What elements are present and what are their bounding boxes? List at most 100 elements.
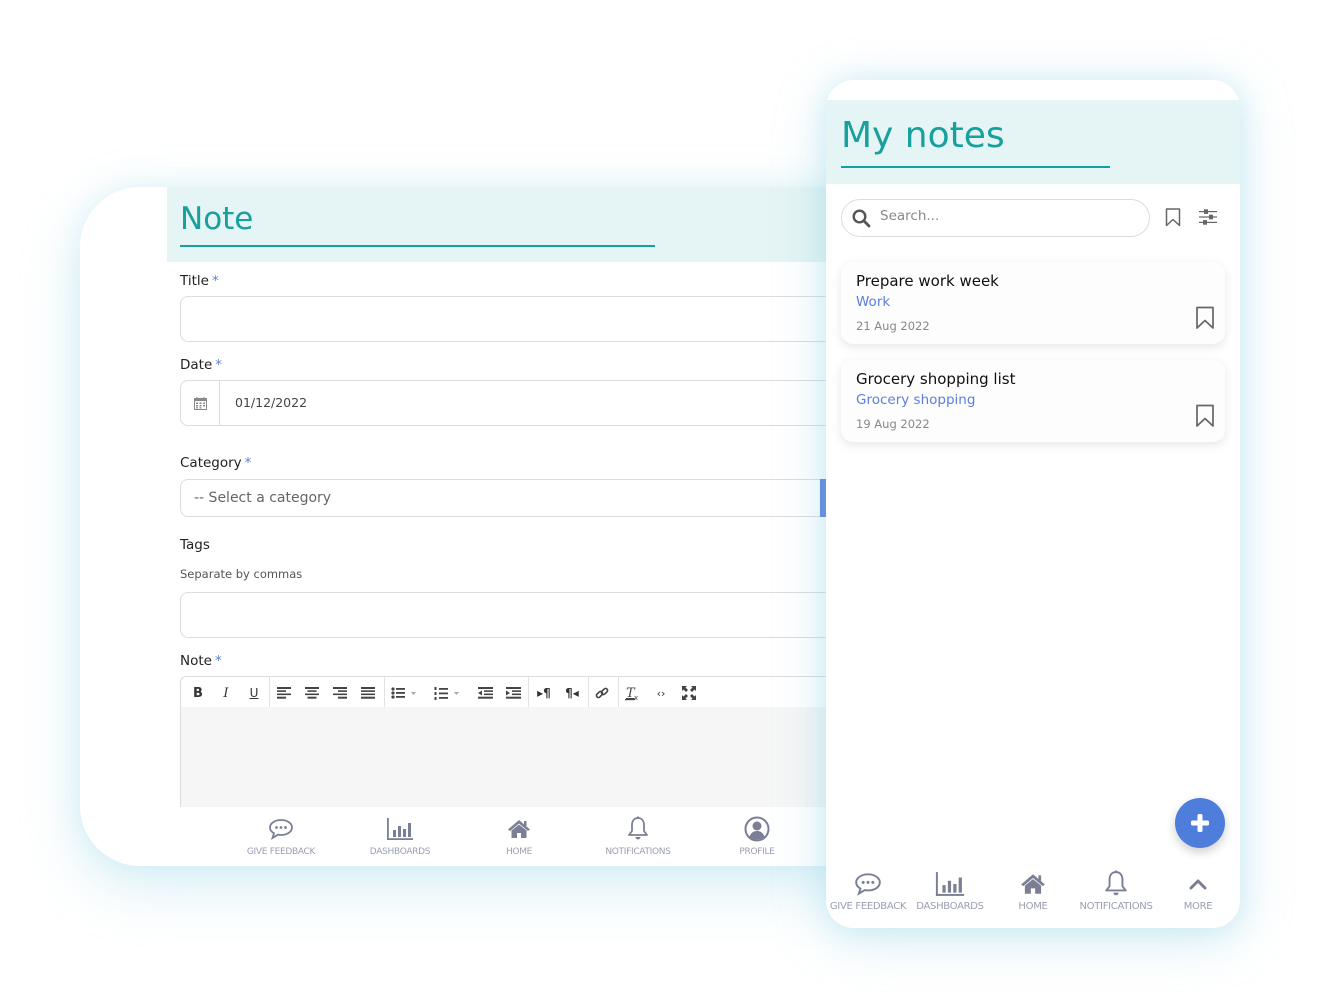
bold-button[interactable]: B <box>190 684 206 702</box>
nav-label: GIVE FEEDBACK <box>829 901 907 912</box>
note-date: 21 Aug 2022 <box>856 319 930 333</box>
note-form-header: Note <box>167 187 840 262</box>
note-category[interactable]: Grocery shopping <box>856 392 975 408</box>
search-box[interactable] <box>841 199 1150 237</box>
user-circle-icon <box>702 815 812 843</box>
note-category[interactable]: Work <box>856 294 890 310</box>
note-title: Grocery shopping list <box>856 370 1016 388</box>
bookmark-filter-icon[interactable] <box>1162 206 1184 228</box>
toolbar-separator <box>618 677 619 707</box>
title-underline <box>841 166 1110 168</box>
nav-label: MORE <box>1183 901 1213 912</box>
required-mark: * <box>244 455 252 471</box>
nav-profile[interactable]: PROFILE <box>702 815 812 857</box>
add-note-button[interactable] <box>1175 798 1225 848</box>
nav-more[interactable]: MORE <box>1156 870 1240 912</box>
text-direction-rtl-icon[interactable]: ¶◂ <box>564 684 580 702</box>
date-label-text: Date <box>180 357 213 373</box>
italic-button[interactable]: I <box>218 684 234 702</box>
bottom-navigation: GIVE FEEDBACK DASHBOARDS HOME NOTIFICATI… <box>180 807 840 866</box>
toolbar-separator <box>384 677 385 707</box>
nav-label: GIVE FEEDBACK <box>246 847 316 857</box>
filter-sliders-icon[interactable] <box>1197 206 1219 228</box>
bar-chart-icon <box>908 870 992 898</box>
tags-help-text: Separate by commas <box>180 567 303 581</box>
numbered-list-icon[interactable] <box>434 684 460 702</box>
chat-bubble-icon <box>226 815 336 843</box>
note-list-item[interactable]: Grocery shopping list Grocery shopping 1… <box>841 360 1225 442</box>
tags-label: Tags <box>180 537 210 553</box>
nav-dashboards[interactable]: DASHBOARDS <box>908 870 992 912</box>
bookmark-icon[interactable] <box>1195 404 1215 432</box>
nav-label: HOME <box>1018 901 1048 912</box>
title-input[interactable] <box>180 296 840 342</box>
title-label-text: Title <box>180 273 209 289</box>
editor-toolbar: B I U ▸¶ ¶◂ T x ‹› <box>180 676 840 708</box>
my-notes-header: My notes <box>826 100 1240 184</box>
note-label: Note * <box>180 653 222 669</box>
nav-notifications[interactable]: NOTIFICATIONS <box>583 815 693 857</box>
nav-notifications[interactable]: NOTIFICATIONS <box>1074 870 1158 912</box>
underline-button[interactable]: U <box>246 684 262 702</box>
required-mark: * <box>211 273 219 289</box>
align-center-icon[interactable] <box>304 684 320 702</box>
note-list-item[interactable]: Prepare work week Work 21 Aug 2022 <box>841 262 1225 344</box>
toolbar-separator <box>588 677 589 707</box>
home-icon <box>464 815 574 843</box>
page-title: Note <box>180 201 254 237</box>
bulleted-list-icon[interactable] <box>391 684 417 702</box>
text-direction-ltr-icon[interactable]: ▸¶ <box>536 684 552 702</box>
nav-label: DASHBOARDS <box>369 847 431 857</box>
category-select[interactable]: -- Select a category <box>180 479 840 517</box>
category-placeholder: -- Select a category <box>194 490 332 506</box>
category-label: Category * <box>180 455 251 471</box>
calendar-icon[interactable] <box>181 381 220 425</box>
note-form-card: Note Title * Date * 01/12/2022 Category … <box>80 187 840 866</box>
svg-text:x: x <box>634 694 638 701</box>
date-input[interactable]: 01/12/2022 <box>180 380 840 426</box>
title-underline <box>180 245 655 247</box>
nav-label: HOME <box>505 847 533 857</box>
note-label-text: Note <box>180 653 212 669</box>
nav-give-feedback[interactable]: GIVE FEEDBACK <box>226 815 336 857</box>
nav-label: PROFILE <box>739 847 775 857</box>
search-icon <box>852 209 871 232</box>
nav-label: NOTIFICATIONS <box>1079 901 1153 912</box>
clear-format-icon[interactable]: Tx <box>625 684 641 702</box>
nav-label: DASHBOARDS <box>916 901 984 912</box>
nav-home[interactable]: HOME <box>991 870 1075 912</box>
nav-dashboards[interactable]: DASHBOARDS <box>345 815 455 857</box>
fullscreen-icon[interactable] <box>681 684 697 702</box>
nav-give-feedback[interactable]: GIVE FEEDBACK <box>826 870 910 912</box>
note-editor-textarea[interactable] <box>180 707 840 807</box>
date-value: 01/12/2022 <box>235 395 308 410</box>
search-input[interactable] <box>880 208 1140 224</box>
bell-icon <box>583 815 693 843</box>
outdent-icon[interactable] <box>477 684 493 702</box>
note-date: 19 Aug 2022 <box>856 417 930 431</box>
chevron-up-icon <box>1156 870 1240 898</box>
chat-bubble-icon <box>826 870 910 898</box>
tags-input[interactable] <box>180 592 840 638</box>
link-icon[interactable] <box>594 684 610 702</box>
category-label-text: Category <box>180 455 242 471</box>
bottom-navigation: GIVE FEEDBACK DASHBOARDS HOME NOTIFICATI… <box>826 865 1240 928</box>
bar-chart-icon <box>345 815 455 843</box>
bookmark-icon[interactable] <box>1195 306 1215 334</box>
required-mark: * <box>214 653 222 669</box>
date-label: Date * <box>180 357 222 373</box>
toolbar-separator <box>269 677 270 707</box>
note-title: Prepare work week <box>856 272 999 290</box>
plus-icon <box>1191 814 1209 832</box>
bell-icon <box>1074 870 1158 898</box>
my-notes-title: My notes <box>841 115 1005 156</box>
align-justify-icon[interactable] <box>360 684 376 702</box>
align-right-icon[interactable] <box>332 684 348 702</box>
title-label: Title * <box>180 273 219 289</box>
my-notes-card: My notes Prepare work week Work 21 Aug 2… <box>826 80 1240 928</box>
source-code-icon[interactable]: ‹› <box>653 684 669 702</box>
indent-icon[interactable] <box>505 684 521 702</box>
nav-home[interactable]: HOME <box>464 815 574 857</box>
align-left-icon[interactable] <box>276 684 292 702</box>
nav-label: NOTIFICATIONS <box>605 847 671 857</box>
